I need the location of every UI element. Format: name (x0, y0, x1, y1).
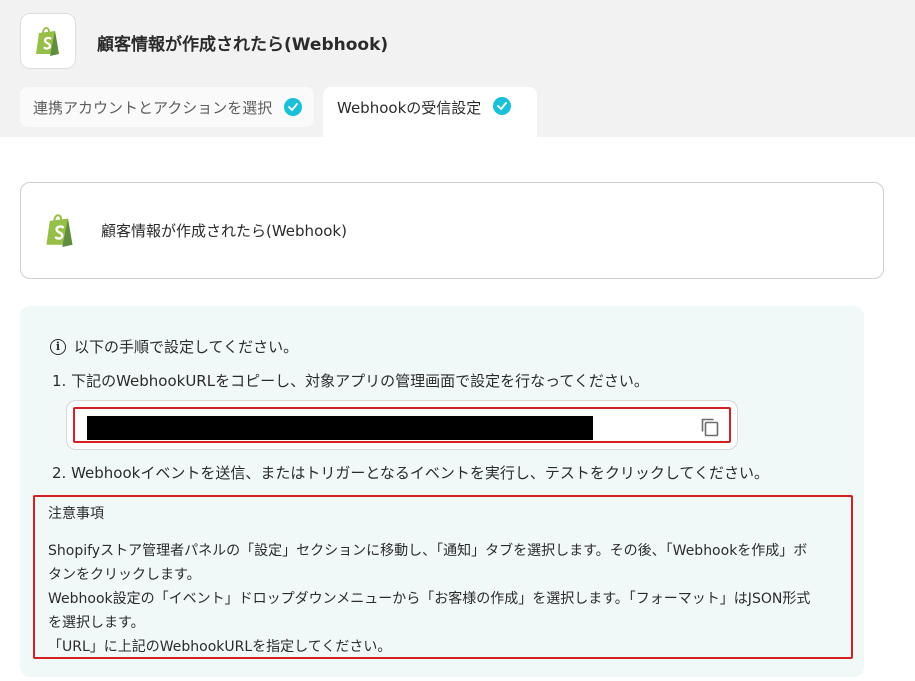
notes-line: Webhook設定の「イベント」ドロップダウンメニューから「お客様の作成」を選択… (48, 591, 811, 607)
shopify-logo-icon (43, 211, 77, 253)
page-title: 顧客情報が作成されたら(Webhook) (97, 35, 389, 55)
instructions-panel: i 以下の手順で設定してください。 1. 下記のWebhookURLをコピーし、… (20, 306, 864, 677)
url-highlight-frame (73, 407, 731, 443)
check-icon (284, 98, 303, 116)
notes-line: Shopifyストア管理者パネルの「設定」セクションに移動し、「通知」タブを選択… (48, 543, 808, 559)
instructions-intro: i 以下の手順で設定してください。 (50, 336, 298, 357)
check-icon (493, 97, 512, 115)
tab-account-action[interactable]: 連携アカウントとアクションを選択 (20, 87, 314, 127)
copy-icon[interactable] (699, 416, 721, 438)
notes-line: を選択します。 (48, 615, 145, 631)
step-1-text: 1. 下記のWebhookURLをコピーし、対象アプリの管理画面で設定を行なって… (52, 372, 649, 390)
tab-label: Webhookの受信設定 (337, 99, 482, 117)
info-icon: i (50, 338, 66, 355)
webhook-url-box (66, 400, 738, 450)
webhook-url-field[interactable] (87, 416, 593, 440)
notes-box: 注意事項 Shopifyストア管理者パネルの「設定」セクションに移動し、「通知」… (33, 495, 853, 659)
tab-label: 連携アカウントとアクションを選択 (33, 98, 273, 117)
step-2-text: 2. Webhookイベントを送信、またはトリガーとなるイベントを実行し、テスト… (52, 464, 769, 482)
intro-text: 以下の手順で設定してください。 (74, 338, 299, 356)
notes-line: タンをクリックします。 (48, 567, 201, 583)
shopify-logo-icon (20, 13, 76, 69)
card-title: 顧客情報が作成されたら(Webhook) (101, 222, 347, 240)
notes-title: 注意事項 (48, 506, 104, 522)
notes-line: 「URL」に上記のWebhookURLを指定してください。 (48, 639, 392, 655)
trigger-app-card[interactable]: 顧客情報が作成されたら(Webhook) (20, 182, 884, 279)
tab-webhook-settings[interactable]: Webhookの受信設定 (323, 87, 537, 137)
notes-body: Shopifyストア管理者パネルの「設定」セクションに移動し、「通知」タブを選択… (48, 539, 843, 659)
